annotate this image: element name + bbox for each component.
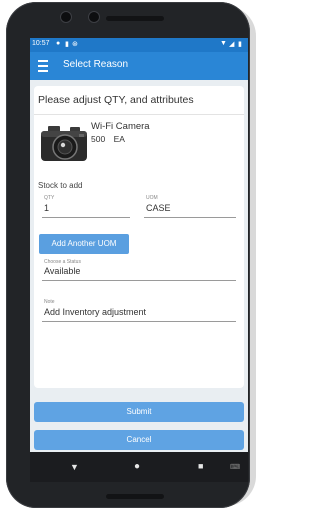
status-select[interactable]: Available (44, 266, 80, 276)
sync-icon: ⊛ (72, 41, 78, 48)
status-bar: 10:57 ● ▮ ⊛ ▼ ◢ ▮ (30, 38, 248, 52)
sim-icon: ▮ (65, 41, 69, 48)
stock-to-add-label: Stock to add (38, 181, 83, 190)
product-quantity: 500 EA (91, 134, 125, 144)
app-screen: 10:57 ● ▮ ⊛ ▼ ◢ ▮ Select Reason Please a… (30, 38, 248, 452)
qty-field-label: QTY (44, 195, 55, 201)
qty-field-underline (42, 217, 130, 218)
home-icon[interactable]: ● (134, 461, 140, 472)
product-unit: EA (113, 134, 125, 144)
product-name: Wi-Fi Camera (91, 121, 150, 132)
product-quantity-value: 500 (91, 134, 106, 144)
bottom-speaker (106, 494, 164, 499)
earpiece-speaker (106, 16, 164, 21)
uom-field-label: UOM (146, 195, 158, 201)
adjustment-card: Please adjust QTY, and attributes Wi-Fi … (34, 86, 244, 388)
page-title: Select Reason (63, 59, 129, 70)
back-icon[interactable]: ▼ (70, 462, 79, 472)
status-time: 10:57 (32, 40, 50, 47)
card-header: Please adjust QTY, and attributes (34, 86, 244, 115)
keyboard-icon[interactable]: ⌨ (230, 463, 240, 471)
notification-icon: ● (56, 40, 61, 47)
system-nav-bar: ▼ ● ■ ⌨ (30, 452, 248, 482)
battery-icon: ▮ (238, 41, 242, 48)
note-field-underline (42, 321, 236, 322)
cancel-button[interactable]: Cancel (34, 430, 244, 450)
camera-product-icon (41, 126, 87, 161)
uom-field[interactable]: CASE (146, 203, 171, 213)
note-field[interactable]: Add Inventory adjustment (44, 307, 146, 317)
status-select-underline (42, 280, 236, 281)
uom-field-underline (144, 217, 236, 218)
app-bar: Select Reason (30, 52, 248, 80)
front-camera-icon (60, 11, 72, 23)
note-field-label: Note (44, 299, 55, 305)
qty-field[interactable]: 1 (44, 203, 49, 213)
sensor-icon (88, 11, 100, 23)
wifi-icon: ▼ (220, 40, 227, 47)
status-field-label: Choose a Status (44, 259, 81, 265)
signal-icon: ◢ (229, 41, 235, 48)
recents-icon[interactable]: ■ (198, 461, 203, 471)
card-heading: Please adjust QTY, and attributes (38, 94, 194, 106)
add-another-uom-button[interactable]: Add Another UOM (39, 234, 129, 254)
submit-button[interactable]: Submit (34, 402, 244, 422)
hamburger-menu-icon[interactable] (38, 60, 48, 72)
